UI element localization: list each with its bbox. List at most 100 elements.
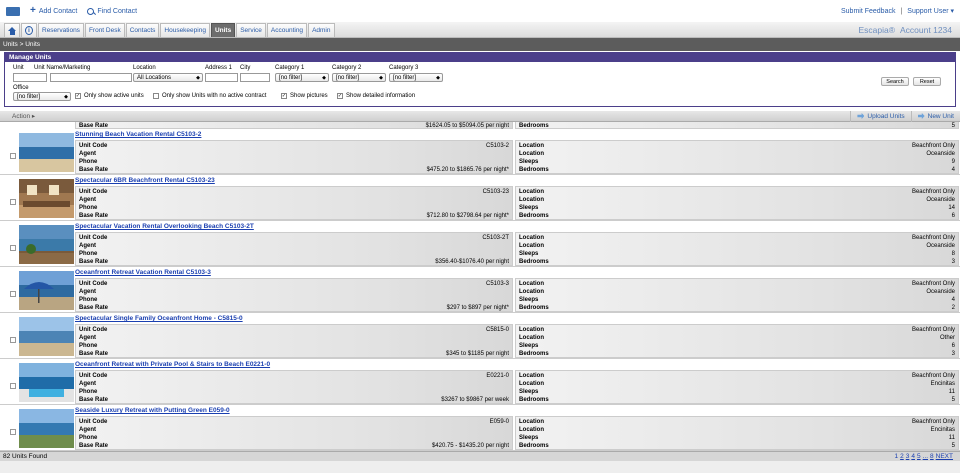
action-bar: Action ▸ Upload Units New Unit <box>0 110 960 122</box>
unit-photo[interactable] <box>19 179 74 218</box>
location-value-1: Beachfront Only <box>911 235 955 241</box>
page-link[interactable]: 4 <box>911 453 915 460</box>
top-bar: + Add Contact Find Contact Submit Feedba… <box>0 0 960 22</box>
unit-details-left: Unit Code C5103-3 Agent Phone Base Rate $2… <box>75 278 513 312</box>
unit-row-checkbox[interactable] <box>10 291 16 297</box>
page-link[interactable]: 8 <box>930 453 934 460</box>
page-link[interactable]: 5 <box>917 453 921 460</box>
unit-title-link[interactable]: Oceanfront Retreat Vacation Rental C5103… <box>75 269 211 276</box>
show-pictures-checkbox[interactable]: ✓ Show pictures <box>281 93 328 99</box>
unit-title-link[interactable]: Oceanfront Retreat with Private Pool & S… <box>75 361 270 368</box>
unit-row-checkbox[interactable] <box>10 337 16 343</box>
unit-title-link[interactable]: Stunning Beach Vacation Rental C5103-2 <box>75 131 201 138</box>
page-link[interactable]: NEXT <box>936 453 953 460</box>
unit-photo[interactable] <box>19 271 74 310</box>
info-tab[interactable]: i <box>21 23 37 37</box>
find-contact-link[interactable]: Find Contact <box>87 7 137 15</box>
unit-row-checkbox[interactable] <box>10 153 16 159</box>
location-select[interactable]: All Locations ◆ <box>133 73 203 82</box>
tab-units[interactable]: Units <box>210 23 236 37</box>
unit-row: Spectacular Vacation Rental Overlooking … <box>0 222 960 267</box>
location-label: Location <box>519 373 544 379</box>
search-button[interactable]: Search <box>881 77 909 86</box>
category2-label: Category 2 <box>332 65 362 71</box>
location-row: Location Beachfront Only <box>516 234 958 242</box>
bedrooms-value: 5 <box>951 443 955 449</box>
base-rate-row: Base Rate $297 to $897 per night* <box>76 304 512 312</box>
address1-input[interactable] <box>205 73 238 82</box>
support-user-menu[interactable]: Support User ▾ <box>907 7 954 15</box>
unit-title-link[interactable]: Spectacular 6BR Beachfront Rental C5103-… <box>75 177 215 184</box>
action-menu[interactable]: Action ▸ <box>12 112 35 120</box>
tab-housekeeping[interactable]: Housekeeping <box>160 23 210 37</box>
unit-photo[interactable] <box>19 317 74 356</box>
unit-photo[interactable] <box>19 225 74 264</box>
tab-front-desk[interactable]: Front Desk <box>84 23 125 37</box>
add-contact-link[interactable]: + Add Contact <box>30 6 77 16</box>
phone-label: Phone <box>79 389 98 395</box>
unit-title-link[interactable]: Spectacular Single Family Oceanfront Hom… <box>75 315 243 322</box>
unit-code-label: Unit Code <box>79 143 108 149</box>
sleeps-row: Sleeps 6 <box>516 342 958 350</box>
unit-row-checkbox[interactable] <box>10 245 16 251</box>
panel-title: Manage Units <box>5 53 955 62</box>
bedrooms-row: Bedrooms 5 <box>516 442 958 450</box>
page-link[interactable]: 3 <box>906 453 910 460</box>
office-select[interactable]: [no filter] ◆ <box>13 92 71 101</box>
unit-details: Unit Code C5103-2 Agent Phone Base Rate $4… <box>75 140 960 174</box>
category3-select[interactable]: [no filter] ◆ <box>389 73 443 82</box>
unit-row-checkbox[interactable] <box>10 429 16 435</box>
partial-right-value: 5 <box>951 123 955 129</box>
unit-row-checkbox[interactable] <box>10 199 16 205</box>
sleeps-label: Sleeps <box>519 389 539 395</box>
base-rate-value: $420.75 - $1435.20 per night <box>431 443 509 449</box>
home-tab[interactable] <box>4 23 20 37</box>
account-name: Account 1234 <box>900 24 952 35</box>
tab-service[interactable]: Service <box>236 23 266 37</box>
active-units-checkbox[interactable]: ✓ Only show active units <box>75 93 144 99</box>
location-label-2: Location <box>519 381 544 387</box>
tab-admin[interactable]: Admin <box>308 23 335 37</box>
category2-select[interactable]: [no filter] ◆ <box>332 73 386 82</box>
tab-accounting[interactable]: Accounting <box>266 23 308 37</box>
tab-reservations[interactable]: Reservations <box>38 23 84 37</box>
show-detailed-checkbox[interactable]: ✓ Show detailed information <box>337 93 415 99</box>
unit-photo[interactable] <box>19 133 74 172</box>
bedrooms-value: 2 <box>951 305 955 311</box>
unit-input[interactable] <box>13 73 47 82</box>
unit-list[interactable]: Base Rate $1624.05 to $5094.05 per night… <box>0 122 960 451</box>
page-link[interactable]: ... <box>923 453 928 460</box>
no-contract-checkbox[interactable]: Only show Units with no active contract <box>153 93 266 99</box>
submit-feedback-link[interactable]: Submit Feedback <box>841 8 895 15</box>
page-link[interactable]: 2 <box>900 453 904 460</box>
unit-code-value: C5103-2T <box>482 235 509 241</box>
new-unit-button[interactable]: New Unit <box>910 110 960 122</box>
unit-name-input[interactable] <box>50 73 132 82</box>
reset-button[interactable]: Reset <box>913 77 941 86</box>
city-input[interactable] <box>240 73 270 82</box>
sleeps-row: Sleeps 11 <box>516 434 958 442</box>
select-arrow-icon: ◆ <box>436 74 440 81</box>
unit-photo[interactable] <box>19 363 74 402</box>
search-icon <box>87 7 95 15</box>
category3-value: [no filter] <box>393 74 417 81</box>
unit-photo[interactable] <box>19 409 74 448</box>
unit-title-link[interactable]: Spectacular Vacation Rental Overlooking … <box>75 223 254 230</box>
unit-row-checkbox[interactable] <box>10 383 16 389</box>
page-link[interactable]: 1 <box>894 453 898 460</box>
tab-contacts[interactable]: Contacts <box>125 23 160 37</box>
upload-units-button[interactable]: Upload Units <box>850 110 910 122</box>
location-value-1: Beachfront Only <box>911 189 955 195</box>
unit-code-value: C5815-0 <box>485 327 509 333</box>
unit-title-link[interactable]: Seaside Luxury Retreat with Putting Gree… <box>75 407 230 414</box>
phone-label: Phone <box>79 251 98 257</box>
unit-code-value: E0221-0 <box>486 373 509 379</box>
sleeps-value: 11 <box>948 389 955 395</box>
base-rate-value: $345 to $1185 per night <box>446 351 509 357</box>
category1-select[interactable]: [no filter] ◆ <box>275 73 329 82</box>
unit-code-row: Unit Code E0221-0 <box>76 372 512 380</box>
keyboard-icon[interactable] <box>6 6 20 16</box>
unit-code-value: E059-0 <box>489 419 509 425</box>
location-value-1: Beachfront Only <box>911 373 955 379</box>
bedrooms-value: 6 <box>951 213 955 219</box>
